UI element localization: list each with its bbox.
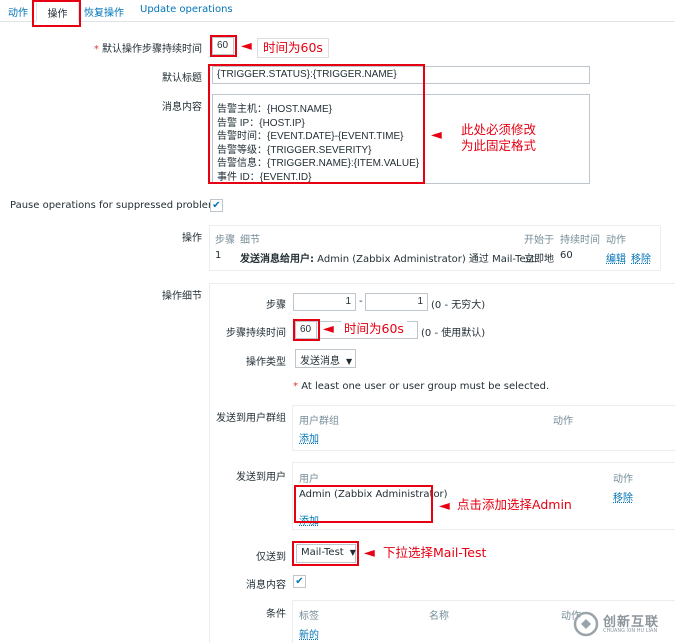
- step-from-input[interactable]: 1: [293, 293, 356, 311]
- send-to-users-label: 发送到用户: [236, 472, 286, 483]
- annotation-click-add-admin: 点击添加选择Admin: [457, 497, 572, 512]
- send-to-groups-label: 发送到用户群组: [216, 413, 286, 424]
- users-table: 用户 动作 Admin (Zabbix Administrator) 移除 添加: [292, 462, 675, 530]
- send-only-to-label: 仅送到: [256, 552, 286, 563]
- annotation-duration-top: 时间为60s: [257, 38, 329, 58]
- pause-operations-checkbox[interactable]: ✔: [210, 199, 223, 212]
- default-duration-label: * 默认操作步骤持续时间: [93, 44, 202, 55]
- col-name: 名称: [429, 611, 449, 622]
- caret-down-icon: ▼: [346, 357, 353, 366]
- edit-link[interactable]: 编辑: [606, 250, 626, 265]
- operation-type-label: 操作类型: [246, 357, 286, 368]
- default-duration-input[interactable]: 60: [212, 37, 234, 55]
- col-duration: 持续时间: [560, 235, 600, 246]
- steps-label: 步骤: [266, 300, 286, 311]
- col-label: 标签: [299, 611, 319, 622]
- step-duration-hint: (0 - 使用默认): [421, 328, 486, 339]
- add-group-link[interactable]: 添加: [299, 430, 319, 445]
- tab-bar: 动作 操作 恢复操作 Update operations: [0, 0, 675, 22]
- pause-operations-label: Pause operations for suppressed problems: [10, 200, 223, 211]
- send-only-to-select[interactable]: Mail-Test ▼: [296, 544, 356, 563]
- default-subject-input[interactable]: {TRIGGER.STATUS}:{TRIGGER.NAME}: [212, 66, 590, 84]
- step-duration-input[interactable]: 60: [295, 321, 317, 339]
- arrow-icon: ◄: [431, 127, 442, 143]
- remove-link[interactable]: 移除: [631, 250, 651, 265]
- caret-down-icon: ▼: [349, 548, 356, 557]
- message-line: 事件 ID：{EVENT.ID}: [217, 171, 312, 183]
- row-duration: 60: [560, 250, 573, 261]
- row-start: 立即地: [524, 254, 554, 265]
- annotation-dropdown-select: 下拉选择Mail-Test: [383, 545, 487, 560]
- col-action: 动作: [606, 235, 626, 246]
- arrow-icon: ◄: [323, 321, 334, 337]
- new-condition-link[interactable]: 新的: [299, 626, 319, 641]
- col-user: 用户: [299, 474, 319, 485]
- operation-type-select[interactable]: 发送消息 ▼: [295, 349, 356, 368]
- watermark-logo: 创新互联 CHUANG XIN HU LIAN: [573, 609, 671, 639]
- default-subject-label: 默认标题: [162, 73, 202, 84]
- arrow-icon: ◄: [364, 545, 375, 561]
- message-content-label: 消息内容: [246, 580, 286, 591]
- message-content-checkbox[interactable]: ✔: [293, 575, 306, 588]
- user-entry: Admin (Zabbix Administrator): [299, 489, 448, 500]
- operation-details-label: 操作细节: [162, 291, 202, 302]
- remove-user-link[interactable]: 移除: [613, 489, 633, 504]
- arrow-icon: ◄: [439, 498, 450, 514]
- tab-recovery-operations[interactable]: 恢复操作: [84, 4, 124, 19]
- step-to-input[interactable]: 1: [365, 293, 428, 311]
- default-message-label: 消息内容: [162, 102, 202, 113]
- operations-label: 操作: [182, 233, 202, 244]
- row-detail: 发送消息给用户: Admin (Zabbix Administrator) 通过…: [240, 254, 535, 265]
- annotation-must-modify: 此处必须修改 为此固定格式: [461, 122, 537, 153]
- col-user-group: 用户群组: [299, 416, 339, 427]
- col-start: 开始于: [524, 235, 554, 246]
- row-step: 1: [215, 250, 222, 261]
- step-hint: (0 - 无穷大): [431, 300, 486, 311]
- tab-operations[interactable]: 操作: [36, 0, 79, 22]
- tab-update-operations[interactable]: Update operations: [140, 4, 233, 15]
- step-duration-label: 步骤持续时间: [226, 328, 286, 339]
- operations-table: 步骤 细节 开始于 持续时间 动作 1 发送消息给用户: Admin (Zabb…: [209, 225, 661, 271]
- conditions-label: 条件: [266, 609, 286, 620]
- col-group-action: 动作: [553, 416, 573, 427]
- step-dash: -: [359, 296, 363, 307]
- message-line: 告警信息：{TRIGGER.NAME}:{ITEM.VALUE}: [217, 158, 420, 169]
- col-detail: 细节: [240, 235, 260, 246]
- col-step: 步骤: [215, 235, 235, 246]
- watermark-sub: CHUANG XIN HU LIAN: [603, 628, 658, 634]
- user-groups-table: 用户群组 动作 添加: [292, 405, 675, 451]
- required-note: * At least one user or user group must b…: [293, 381, 550, 392]
- add-user-link[interactable]: 添加: [299, 512, 319, 527]
- col-user-action: 动作: [613, 474, 633, 485]
- annotation-duration-step: 时间为60s: [341, 321, 407, 337]
- arrow-icon: ◄: [241, 38, 252, 54]
- tab-actions[interactable]: 动作: [8, 4, 28, 19]
- message-line: 告警主机：{HOST.NAME}: [217, 104, 333, 115]
